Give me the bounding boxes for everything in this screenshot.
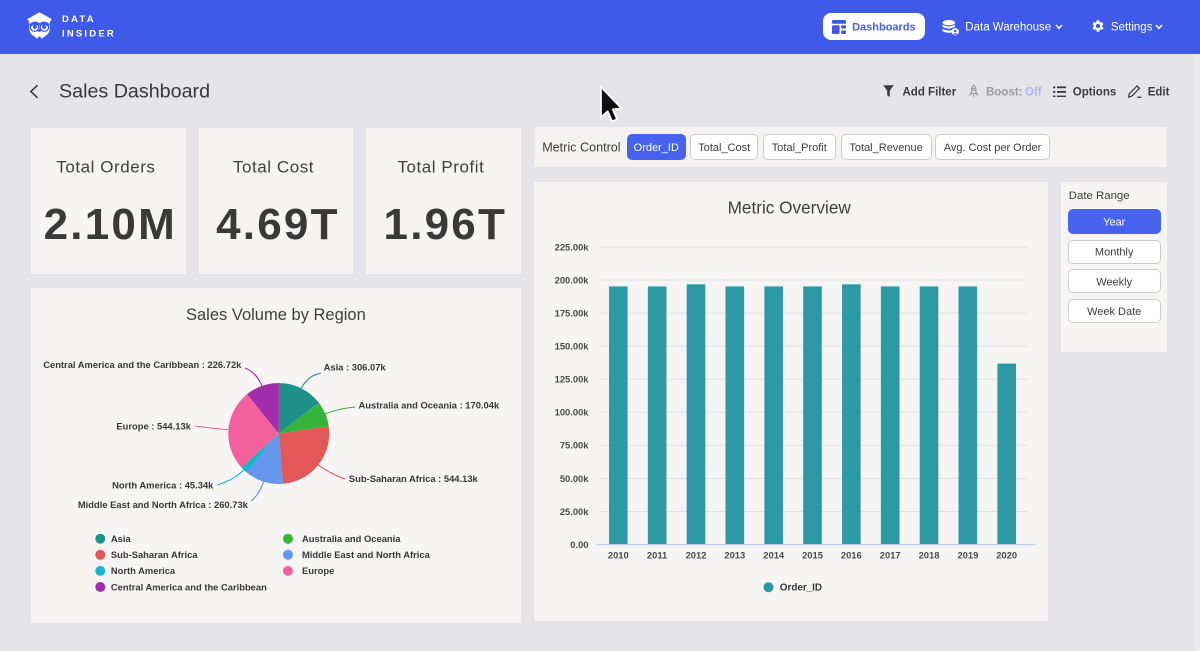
svg-text:175.00k: 175.00k — [555, 307, 590, 318]
svg-text:200.00k: 200.00k — [555, 274, 590, 285]
svg-text:Total Cost: Total Cost — [233, 158, 314, 177]
svg-text:150.00k: 150.00k — [555, 341, 590, 352]
svg-text:Data Warehouse: Data Warehouse — [965, 21, 1051, 33]
svg-text:2011: 2011 — [647, 550, 667, 561]
svg-text:2013: 2013 — [724, 550, 745, 561]
svg-text:Dashboards: Dashboards — [852, 21, 916, 33]
svg-text:225.00k: 225.00k — [555, 241, 590, 252]
svg-text:Weekly: Weekly — [1096, 276, 1132, 288]
svg-text:Total Profit: Total Profit — [397, 158, 484, 177]
svg-text:North America: North America — [111, 565, 176, 576]
svg-text:50.00k: 50.00k — [560, 473, 589, 484]
svg-text:Middle East and North Africa :: Middle East and North Africa : 260.73k — [78, 499, 249, 510]
svg-text:Sub-Saharan Africa : 544.13k: Sub-Saharan Africa : 544.13k — [349, 473, 479, 484]
svg-text:Sub-Saharan Africa: Sub-Saharan Africa — [111, 549, 198, 560]
svg-text:Metric Overview: Metric Overview — [728, 198, 852, 218]
svg-text:Europe : 544.13k: Europe : 544.13k — [116, 421, 191, 432]
svg-text:Asia : 306.07k: Asia : 306.07k — [324, 361, 387, 372]
svg-text:0.00: 0.00 — [570, 539, 588, 550]
svg-text:Metric Control: Metric Control — [542, 141, 620, 155]
svg-text:Year: Year — [1103, 216, 1126, 228]
svg-text:INSIDER: INSIDER — [62, 28, 116, 39]
svg-text:Australia and Oceania: Australia and Oceania — [302, 533, 401, 544]
svg-text:2016: 2016 — [841, 550, 862, 561]
svg-text:125.00k: 125.00k — [555, 374, 590, 385]
svg-text:Total Orders: Total Orders — [56, 158, 155, 177]
svg-text:Asia: Asia — [111, 533, 132, 544]
svg-text:Europe: Europe — [302, 565, 334, 576]
svg-text:4.69T: 4.69T — [216, 200, 340, 249]
svg-text:Order_ID: Order_ID — [780, 583, 822, 594]
svg-text:Sales Volume by Region: Sales Volume by Region — [186, 306, 366, 324]
svg-text:Sales Dashboard: Sales Dashboard — [59, 80, 210, 102]
svg-text:Central America and the Caribb: Central America and the Caribbean : 226.… — [43, 359, 242, 370]
svg-text:Week Date: Week Date — [1087, 306, 1141, 318]
svg-text:2017: 2017 — [880, 550, 901, 561]
svg-text:2015: 2015 — [802, 550, 823, 561]
svg-text:Off: Off — [1025, 86, 1042, 98]
svg-text:DATA: DATA — [62, 14, 96, 25]
svg-text:2020: 2020 — [996, 550, 1017, 561]
svg-text:Add Filter: Add Filter — [903, 86, 957, 98]
svg-text:Total_Revenue: Total_Revenue — [849, 142, 922, 154]
svg-text:2019: 2019 — [957, 550, 978, 561]
svg-text:2.10M: 2.10M — [44, 200, 177, 249]
svg-text:25.00k: 25.00k — [560, 506, 589, 517]
svg-text:2012: 2012 — [686, 550, 707, 561]
svg-text:Monthly: Monthly — [1095, 247, 1134, 259]
svg-text:2014: 2014 — [763, 550, 785, 561]
svg-text:2010: 2010 — [608, 550, 629, 561]
svg-text:Edit: Edit — [1148, 86, 1170, 98]
svg-text:Date Range: Date Range — [1069, 190, 1130, 202]
svg-text:Total_Cost: Total_Cost — [698, 142, 750, 154]
svg-text:Options: Options — [1073, 86, 1116, 98]
svg-text:Central America and the Caribb: Central America and the Caribbean — [111, 581, 267, 592]
svg-text:Middle East and North Africa: Middle East and North Africa — [302, 549, 431, 560]
svg-text:Boost:: Boost: — [986, 86, 1022, 98]
svg-text:North America : 45.34k: North America : 45.34k — [112, 480, 214, 491]
svg-text:1.96T: 1.96T — [384, 200, 508, 249]
svg-text:Order_ID: Order_ID — [634, 142, 679, 154]
svg-text:Total_Profit: Total_Profit — [772, 142, 827, 154]
svg-text:Australia and Oceania : 170.04: Australia and Oceania : 170.04k — [359, 400, 500, 411]
svg-text:Avg. Cost per Order: Avg. Cost per Order — [944, 142, 1042, 154]
svg-text:100.00k: 100.00k — [555, 407, 590, 418]
svg-text:Settings: Settings — [1111, 21, 1153, 33]
svg-text:75.00k: 75.00k — [560, 440, 589, 451]
svg-text:2018: 2018 — [919, 550, 940, 561]
